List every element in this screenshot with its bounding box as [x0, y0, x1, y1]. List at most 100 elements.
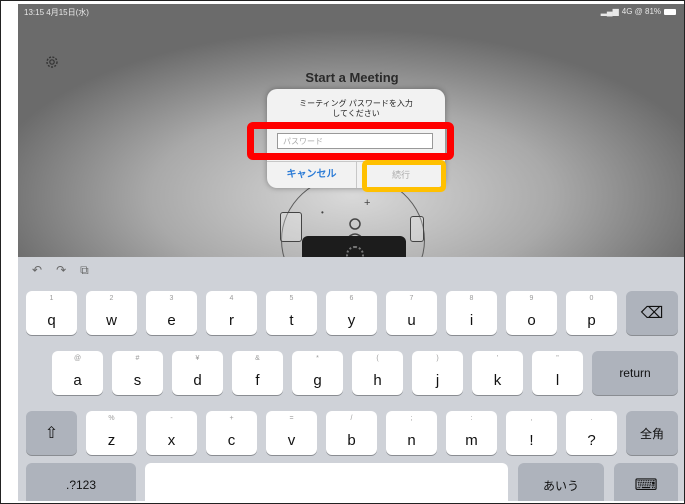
return-key[interactable]: return — [592, 351, 678, 395]
key-l[interactable]: " l — [532, 351, 583, 395]
key-label: l — [555, 372, 560, 389]
key-label: y — [347, 312, 356, 329]
key-label: o — [527, 312, 536, 329]
key-label: s — [133, 372, 142, 389]
status-network: 4G @ 81% — [621, 7, 661, 16]
key-label: p — [587, 312, 596, 329]
status-time: 13:15 4月15日(水) — [24, 8, 89, 17]
redo-icon[interactable]: ↷ — [56, 263, 66, 278]
key-k[interactable]: ' k — [472, 351, 523, 395]
key-sub: . — [590, 415, 593, 422]
key-r[interactable]: 4r — [206, 291, 257, 335]
key-sub: 0 — [589, 295, 594, 302]
key-m[interactable]: :m — [446, 411, 497, 455]
key-sub: 6 — [349, 295, 354, 302]
ipad-screen: 13:15 4月15日(水) ▂▄▆ 4G @ 81% Start a Meet… — [18, 4, 684, 501]
key-sub: 4 — [229, 295, 234, 302]
key-sub: ¥ — [195, 355, 200, 362]
key-label: a — [73, 372, 82, 389]
key-label: ? — [587, 432, 596, 449]
sparkle-icon: • — [321, 208, 324, 217]
key-sub: 2 — [109, 295, 114, 302]
tablet-left-icon — [280, 212, 302, 242]
key-w[interactable]: 2w — [86, 291, 137, 335]
key-t[interactable]: 5t — [266, 291, 317, 335]
key-n[interactable]: ; n — [386, 411, 437, 455]
dialog-message: ミーティング パスワードを入力してください — [299, 99, 413, 118]
key-sub: ) — [436, 355, 439, 362]
key-sub: " — [556, 355, 559, 362]
backspace-key[interactable]: ⌫ — [626, 291, 678, 335]
key-label: c — [227, 432, 236, 449]
shift-icon: ⇧ — [44, 425, 59, 442]
key-e[interactable]: 3e — [146, 291, 197, 335]
undo-icon[interactable]: ↶ — [32, 263, 42, 278]
key-label: r — [229, 312, 234, 329]
key-label: z — [107, 432, 116, 449]
key-sub: * — [316, 355, 319, 362]
screenshot-frame: 13:15 4月15日(水) ▂▄▆ 4G @ 81% Start a Meet… — [0, 0, 685, 504]
key-i[interactable]: 8i — [446, 291, 497, 335]
key-q[interactable]: 1q — [26, 291, 77, 335]
key-label: f — [255, 372, 260, 389]
key-g[interactable]: * g — [292, 351, 343, 395]
zenkaku-key[interactable]: 全角 — [626, 411, 678, 455]
key-o[interactable]: 9o — [506, 291, 557, 335]
key-y[interactable]: 6y — [326, 291, 377, 335]
battery-icon — [664, 8, 676, 15]
key-label: g — [313, 372, 322, 389]
key-c[interactable]: + c — [206, 411, 257, 455]
key-h[interactable]: (h — [352, 351, 403, 395]
key-sub: ' — [496, 355, 499, 362]
key-label: k — [493, 372, 502, 389]
key-sub: ( — [376, 355, 379, 362]
key-v[interactable]: = v — [266, 411, 317, 455]
keyboard-icon: ⌨ — [634, 477, 658, 494]
key-label: ! — [529, 432, 534, 449]
continue-highlight-box — [362, 160, 446, 192]
password-highlight-box — [247, 122, 454, 160]
key-exclamation[interactable]: ,! — [506, 411, 557, 455]
page-title: Start a Meeting — [305, 70, 399, 85]
zenkaku-label: 全角 — [639, 426, 664, 441]
key-sub: % — [108, 415, 115, 422]
key-a[interactable]: @ a — [52, 351, 103, 395]
key-label: d — [193, 372, 202, 389]
signal-icon: ▂▄▆ — [600, 7, 619, 16]
key-s[interactable]: # s — [112, 351, 163, 395]
kana-key[interactable]: あいう — [518, 463, 604, 501]
key-f[interactable]: & f — [232, 351, 283, 395]
key-label: w — [106, 312, 117, 329]
key-u[interactable]: 7u — [386, 291, 437, 335]
key-question[interactable]: .? — [566, 411, 617, 455]
paste-icon[interactable]: ⧉ — [80, 263, 89, 278]
key-sub: 1 — [49, 295, 54, 302]
key-sub: 5 — [289, 295, 294, 302]
shift-key[interactable]: ⇧ — [26, 411, 77, 455]
key-label: i — [469, 312, 474, 329]
cancel-button[interactable]: キャンセル — [267, 162, 356, 188]
key-label: v — [287, 432, 296, 449]
key-label: x — [167, 432, 176, 449]
key-sub: , — [530, 415, 533, 422]
kana-label: あいう — [542, 478, 579, 493]
key-d[interactable]: ¥ d — [172, 351, 223, 395]
key-sub: = — [289, 415, 294, 422]
key-p[interactable]: 0p — [566, 291, 617, 335]
onscreen-keyboard: ↶ ↷ ⧉ 1q 2w 3e 4r 5t 6y 7u 8i 9o 0p ⌫ @ a… — [18, 257, 684, 501]
space-key[interactable] — [145, 463, 508, 501]
backspace-icon: ⌫ — [640, 305, 664, 322]
key-label: u — [407, 312, 416, 329]
key-z[interactable]: % z — [86, 411, 137, 455]
dismiss-keyboard-key[interactable]: ⌨ — [614, 463, 678, 501]
key-sub: 3 — [169, 295, 174, 302]
key-sub: 7 — [409, 295, 414, 302]
key-b[interactable]: / b — [326, 411, 377, 455]
key-j[interactable]: ) j — [412, 351, 463, 395]
gear-icon[interactable] — [44, 54, 60, 70]
numbers-key[interactable]: .?123 — [26, 463, 136, 501]
key-sub: / — [350, 415, 353, 422]
key-label: n — [407, 432, 416, 449]
key-x[interactable]: -x — [146, 411, 197, 455]
phone-right-icon — [410, 216, 424, 242]
